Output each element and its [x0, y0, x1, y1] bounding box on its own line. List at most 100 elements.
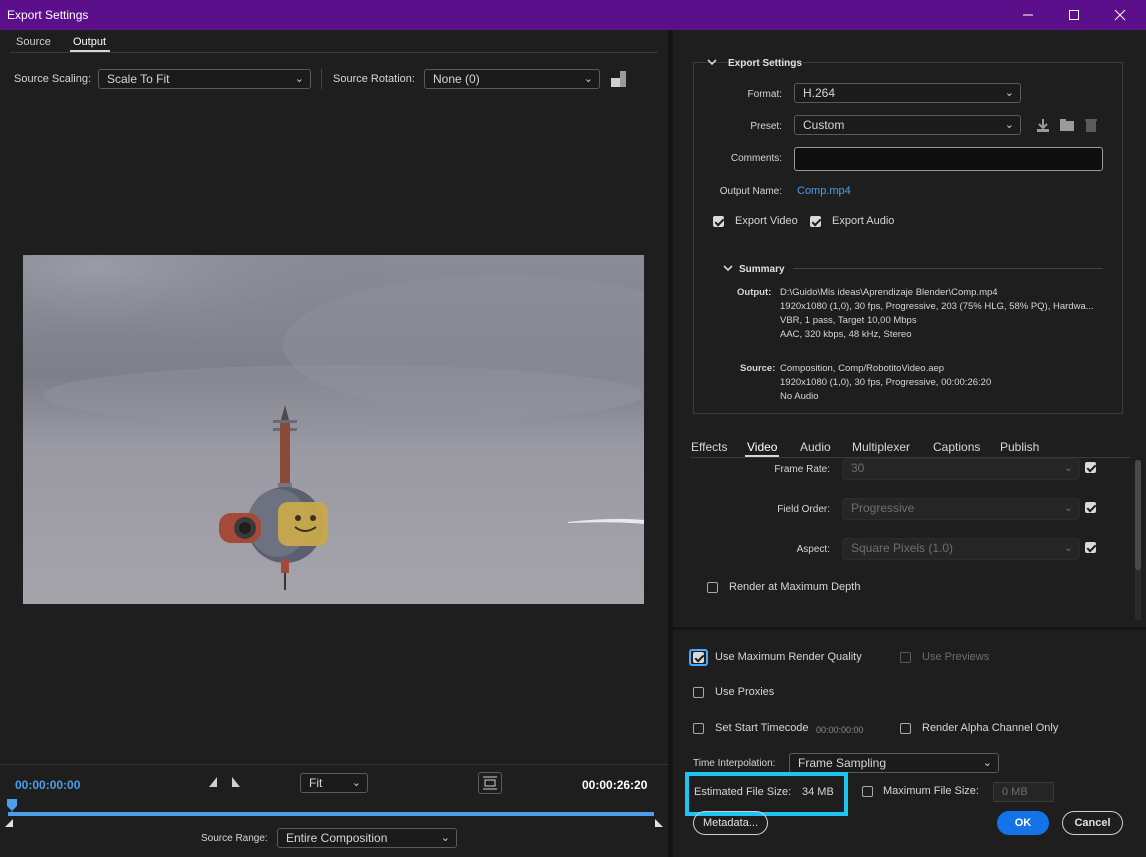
source-scaling-dropdown[interactable]: Scale To Fit ⌄: [98, 69, 311, 89]
source-rotation-value: None (0): [433, 72, 480, 86]
collapse-chevron-icon[interactable]: [706, 56, 718, 71]
chevron-down-icon: ⌄: [1063, 462, 1073, 474]
range-end-handle-icon[interactable]: [654, 817, 664, 831]
field-order-dropdown[interactable]: Progressive ⌄: [842, 498, 1080, 520]
tab-output[interactable]: Output: [73, 36, 106, 48]
render-alpha-checkbox[interactable]: [900, 723, 911, 734]
use-previews-checkbox[interactable]: [900, 652, 911, 663]
time-interpolation-dropdown[interactable]: Frame Sampling ⌄: [789, 753, 999, 773]
maximum-file-size-checkbox[interactable]: [862, 786, 873, 797]
source-range-dropdown[interactable]: Entire Composition ⌄: [277, 828, 457, 848]
export-video-label: Export Video: [735, 215, 798, 227]
import-preset-icon[interactable]: [1059, 117, 1075, 136]
chevron-down-icon: ⌄: [1063, 542, 1073, 554]
tab-source[interactable]: Source: [16, 36, 51, 48]
summary-collapse-chevron-icon[interactable]: [722, 262, 734, 277]
delete-preset-icon[interactable]: [1083, 117, 1099, 136]
chevron-down-icon: ⌄: [982, 757, 992, 769]
set-start-timecode-checkbox[interactable]: [693, 723, 704, 734]
comments-field[interactable]: [794, 147, 1103, 171]
frame-rate-dropdown[interactable]: 30 ⌄: [842, 458, 1080, 480]
tab-captions[interactable]: Captions: [933, 440, 980, 454]
start-timecode-value[interactable]: 00:00:00:00: [816, 725, 864, 735]
export-audio-label: Export Audio: [832, 215, 895, 227]
scrollbar-thumb[interactable]: [1135, 460, 1141, 570]
output-name-label: Output Name:: [719, 186, 782, 197]
window-title: Export Settings: [7, 8, 89, 22]
output-name-link[interactable]: Comp.mp4: [797, 185, 851, 197]
frame-rate-value: 30: [851, 461, 865, 475]
chevron-down-icon: ⌄: [583, 73, 593, 85]
tab-effects[interactable]: Effects: [691, 440, 727, 454]
source-rotation-dropdown[interactable]: None (0) ⌄: [424, 69, 600, 89]
format-dropdown[interactable]: H.264 ⌄: [794, 83, 1021, 103]
set-start-timecode-label: Set Start Timecode: [715, 722, 809, 734]
divider: [321, 69, 322, 89]
maximize-icon[interactable]: [1051, 0, 1097, 30]
source-range-label: Source Range:: [201, 833, 268, 844]
chevron-down-icon: ⌄: [1004, 119, 1014, 131]
playhead-icon[interactable]: [6, 798, 18, 817]
crop-icon[interactable]: [610, 70, 628, 91]
timecode-start[interactable]: 00:00:00:00: [15, 778, 80, 792]
mark-in-icon[interactable]: [207, 776, 219, 791]
frame-rate-match-checkbox[interactable]: [1085, 462, 1096, 473]
render-max-depth-checkbox[interactable]: [707, 582, 718, 593]
source-line: 1920x1080 (1,0), 30 fps, Progressive, 00…: [780, 377, 992, 388]
maximum-file-size-label: Maximum File Size:: [883, 785, 979, 797]
zoom-dropdown[interactable]: Fit ⌄: [300, 773, 368, 793]
use-proxies-label: Use Proxies: [715, 686, 775, 698]
aspect-match-checkbox[interactable]: [1085, 542, 1096, 553]
left-panel: Source Output Source Scaling: Scale To F…: [0, 30, 668, 857]
timecode-end: 00:00:26:20: [582, 778, 648, 792]
metadata-button[interactable]: Metadata...: [693, 811, 768, 835]
output-line: D:\Guido\Mis ideas\Aprendizaje Blender\C…: [780, 287, 998, 298]
preset-dropdown[interactable]: Custom ⌄: [794, 115, 1021, 135]
chevron-down-icon: ⌄: [1063, 502, 1073, 514]
format-value: H.264: [803, 86, 836, 100]
comments-label: Comments:: [730, 153, 782, 164]
summary-divider: [793, 268, 1103, 269]
source-line: No Audio: [780, 391, 819, 402]
ok-button[interactable]: OK: [997, 811, 1049, 835]
frame-rate-label: Frame Rate:: [774, 464, 830, 475]
cancel-button[interactable]: Cancel: [1062, 811, 1123, 835]
preset-label: Preset:: [750, 121, 782, 132]
source-scaling-value: Scale To Fit: [107, 72, 170, 86]
tab-publish[interactable]: Publish: [1000, 440, 1039, 454]
timeline-range-bar[interactable]: [8, 812, 654, 816]
use-proxies-checkbox[interactable]: [693, 687, 704, 698]
source-range-value: Entire Composition: [286, 831, 388, 845]
chevron-down-icon: ⌄: [351, 777, 361, 789]
aspect-dropdown[interactable]: Square Pixels (1.0) ⌄: [842, 538, 1080, 560]
field-order-label: Field Order:: [777, 504, 830, 515]
field-order-value: Progressive: [851, 501, 915, 515]
tab-audio[interactable]: Audio: [800, 440, 831, 454]
aspect-value: Square Pixels (1.0): [851, 541, 954, 555]
maximum-file-size-field[interactable]: 0 MB: [993, 782, 1054, 802]
video-preview: [23, 255, 644, 604]
range-start-handle-icon[interactable]: [4, 817, 14, 831]
minimize-icon[interactable]: [1005, 0, 1051, 30]
tab-video[interactable]: Video: [747, 440, 777, 454]
output-line: AAC, 320 kbps, 48 kHz, Stereo: [780, 329, 912, 340]
close-icon[interactable]: [1097, 0, 1143, 30]
export-audio-checkbox[interactable]: [810, 216, 821, 227]
save-preset-icon[interactable]: [1035, 117, 1051, 136]
use-previews-label: Use Previews: [922, 651, 990, 663]
aspect-toggle-icon[interactable]: [478, 772, 502, 794]
output-key: Output:: [737, 287, 772, 298]
time-interpolation-label: Time Interpolation:: [693, 758, 776, 769]
mark-out-icon[interactable]: [230, 776, 242, 791]
aspect-label: Aspect:: [796, 544, 830, 555]
source-rotation-label: Source Rotation:: [333, 73, 415, 85]
output-line: VBR, 1 pass, Target 10,00 Mbps: [780, 315, 917, 326]
field-order-match-checkbox[interactable]: [1085, 502, 1096, 513]
time-interpolation-value: Frame Sampling: [798, 756, 887, 770]
export-video-checkbox[interactable]: [713, 216, 724, 227]
timeline-divider: [0, 764, 668, 765]
use-max-render-quality-checkbox[interactable]: [693, 652, 704, 663]
source-line: Composition, Comp/RobotitoVideo.aep: [780, 363, 945, 374]
use-max-render-quality-label: Use Maximum Render Quality: [715, 651, 862, 663]
tab-multiplexer[interactable]: Multiplexer: [852, 440, 910, 454]
